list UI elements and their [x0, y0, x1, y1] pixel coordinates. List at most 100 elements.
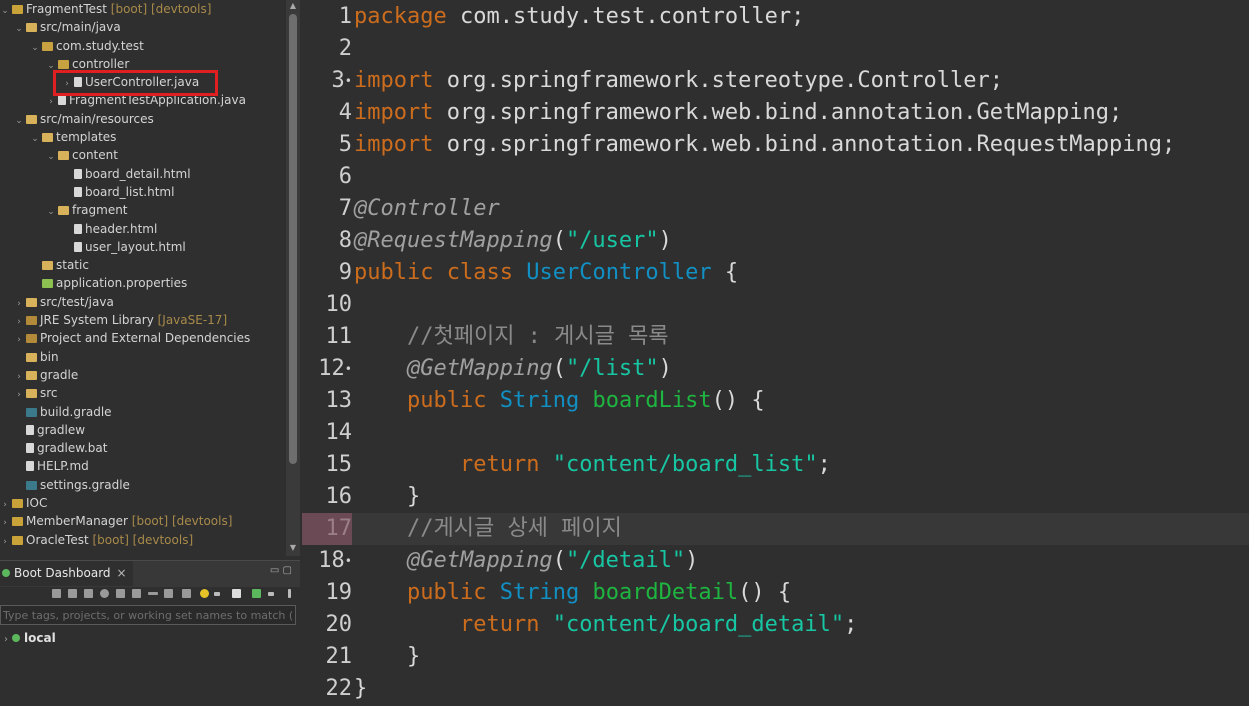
code-line[interactable]: 11 //첫페이지 : 게시글 목록 [302, 321, 1249, 353]
code-line[interactable]: 16 } [302, 481, 1249, 513]
code-line[interactable]: 7 @Controller [302, 193, 1249, 225]
chevron-right-icon[interactable]: › [4, 634, 8, 645]
tree-item[interactable]: ⌄ fragment [0, 201, 284, 219]
tree-item[interactable]: › OracleTest [boot] [devtools] [0, 531, 284, 549]
code-line[interactable]: 4 import org.springframework.web.bind.ann… [302, 97, 1249, 129]
tree-item[interactable]: application.properties [0, 274, 284, 292]
fold-marker-icon[interactable]: • [345, 74, 352, 88]
tree-item[interactable]: › src/test/java [0, 293, 284, 311]
scroll-up-icon[interactable]: ▲ [286, 0, 300, 12]
code-line[interactable]: 3• import org.springframework.stereotype.… [302, 65, 1249, 97]
code-editor[interactable]: 1 package com.study.test.controller; 2 3• im… [302, 0, 1249, 706]
file-icon [74, 223, 82, 234]
local-target-item[interactable]: › local [4, 631, 56, 645]
more-icon[interactable] [288, 589, 291, 598]
project-icon [12, 517, 23, 527]
explorer-scrollbar[interactable]: ▲ ▼ [286, 0, 300, 556]
code-line[interactable]: 6 [302, 161, 1249, 193]
tree-item[interactable]: ⌄ src/main/java [0, 18, 284, 36]
tree-item[interactable]: ⌄ content [0, 146, 284, 164]
filter-icon[interactable] [232, 589, 241, 598]
code-line[interactable]: 20 return "content/board_detail"; [302, 609, 1249, 641]
code-line[interactable]: 1 package com.study.test.controller; [302, 1, 1249, 33]
tree-item[interactable]: › IOC [0, 494, 284, 512]
tree-item-label: com.study.test [56, 38, 144, 53]
prop-icon [42, 279, 53, 289]
code-line[interactable]: 12• @GetMapping("/list") [302, 353, 1249, 385]
tree-item[interactable]: build.gradle [0, 403, 284, 421]
minimize-maximize-icon[interactable]: ▭ ▢ [270, 565, 292, 576]
package-icon [58, 59, 69, 69]
tree-item-label: MemberManager [26, 514, 128, 529]
code-line[interactable]: 8 @RequestMapping("/user") [302, 225, 1249, 257]
edit-icon[interactable] [148, 592, 158, 595]
tree-item[interactable]: ⌄ FragmentTest [boot] [devtools] [0, 0, 284, 18]
tree-item[interactable]: ⌄ com.study.test [0, 37, 284, 55]
code-line[interactable]: 18• @GetMapping("/detail") [302, 545, 1249, 577]
code-line[interactable]: 5 import org.springframework.web.bind.ann… [302, 129, 1249, 161]
tree-item[interactable]: › Project and External Dependencies [0, 329, 284, 347]
properties-icon[interactable] [116, 589, 125, 598]
code-line[interactable]: 13 public String boardList() { [302, 385, 1249, 417]
add-icon[interactable] [252, 589, 261, 598]
refresh-icon[interactable] [132, 589, 141, 598]
lightbulb-icon[interactable] [200, 589, 209, 598]
tree-item[interactable]: ⌄ templates [0, 128, 284, 146]
console-icon[interactable] [100, 589, 109, 598]
code-line[interactable]: 2 [302, 33, 1249, 65]
line-number: 16 [302, 481, 353, 513]
tree-item[interactable]: › gradle [0, 366, 284, 384]
tree-item[interactable]: ⌄ src/main/resources [0, 110, 284, 128]
tree-item-label: static [56, 258, 89, 273]
debug-icon[interactable] [68, 589, 77, 598]
code-line[interactable]: 21 } [302, 641, 1249, 673]
start-icon[interactable] [52, 589, 61, 598]
file-icon [74, 186, 82, 197]
tree-item[interactable]: user_layout.html [0, 238, 284, 256]
line-number: 22 [302, 673, 353, 705]
code-token: ( [552, 356, 566, 381]
tree-item[interactable]: › JRE System Library [JavaSE-17] [0, 311, 284, 329]
fold-marker-icon[interactable]: • [345, 554, 352, 568]
tree-item-label: board_detail.html [85, 166, 191, 181]
boot-dashboard-filter-input[interactable] [0, 605, 296, 625]
tree-item-decoration: [boot] [devtools] [127, 514, 233, 529]
folder-icon [58, 206, 69, 216]
tree-item[interactable]: › MemberManager [boot] [devtools] [0, 512, 284, 530]
file-icon [26, 424, 34, 435]
code-token: ) [685, 548, 699, 573]
scrollbar-thumb[interactable] [289, 14, 297, 464]
code-line[interactable]: 15 return "content/board_list"; [302, 449, 1249, 481]
code-line[interactable]: 14 [302, 417, 1249, 449]
lib-icon [26, 316, 37, 326]
code-text: public String boardDetail() { [354, 577, 791, 609]
code-line[interactable]: 17 //게시글 상세 페이지 [302, 513, 1249, 545]
tree-item[interactable]: › src [0, 384, 284, 402]
code-token: @GetMapping [406, 356, 553, 381]
code-line[interactable]: 9 public class UserController { [302, 257, 1249, 289]
tree-item[interactable]: HELP.md [0, 457, 284, 475]
tree-item[interactable]: gradlew.bat [0, 439, 284, 457]
tree-item[interactable]: bin [0, 348, 284, 366]
code-text: return "content/board_list"; [354, 449, 831, 481]
stop-icon[interactable] [84, 589, 93, 598]
fold-marker-icon[interactable]: • [345, 362, 352, 376]
project-icon [12, 5, 23, 14]
code-line[interactable]: 22} [302, 673, 1249, 705]
tree-item[interactable]: gradlew [0, 421, 284, 439]
code-line[interactable]: 19 public String boardDetail() { [302, 577, 1249, 609]
chevron-down-icon[interactable] [268, 592, 274, 596]
tree-item[interactable]: header.html [0, 220, 284, 238]
tree-item[interactable]: board_list.html [0, 183, 284, 201]
window-icon[interactable] [182, 589, 191, 598]
open-icon[interactable] [164, 589, 173, 598]
tree-item[interactable]: board_detail.html [0, 165, 284, 183]
chevron-down-icon[interactable] [214, 592, 220, 596]
chevron-right-icon[interactable]: › [0, 533, 10, 551]
tree-item[interactable]: settings.gradle [0, 476, 284, 494]
code-line[interactable]: 10 [302, 289, 1249, 321]
tab-boot-dashboard[interactable]: Boot Dashboard × [0, 561, 133, 586]
scroll-down-icon[interactable]: ▼ [286, 542, 300, 554]
tree-item[interactable]: static [0, 256, 284, 274]
close-icon[interactable]: × [117, 566, 127, 580]
